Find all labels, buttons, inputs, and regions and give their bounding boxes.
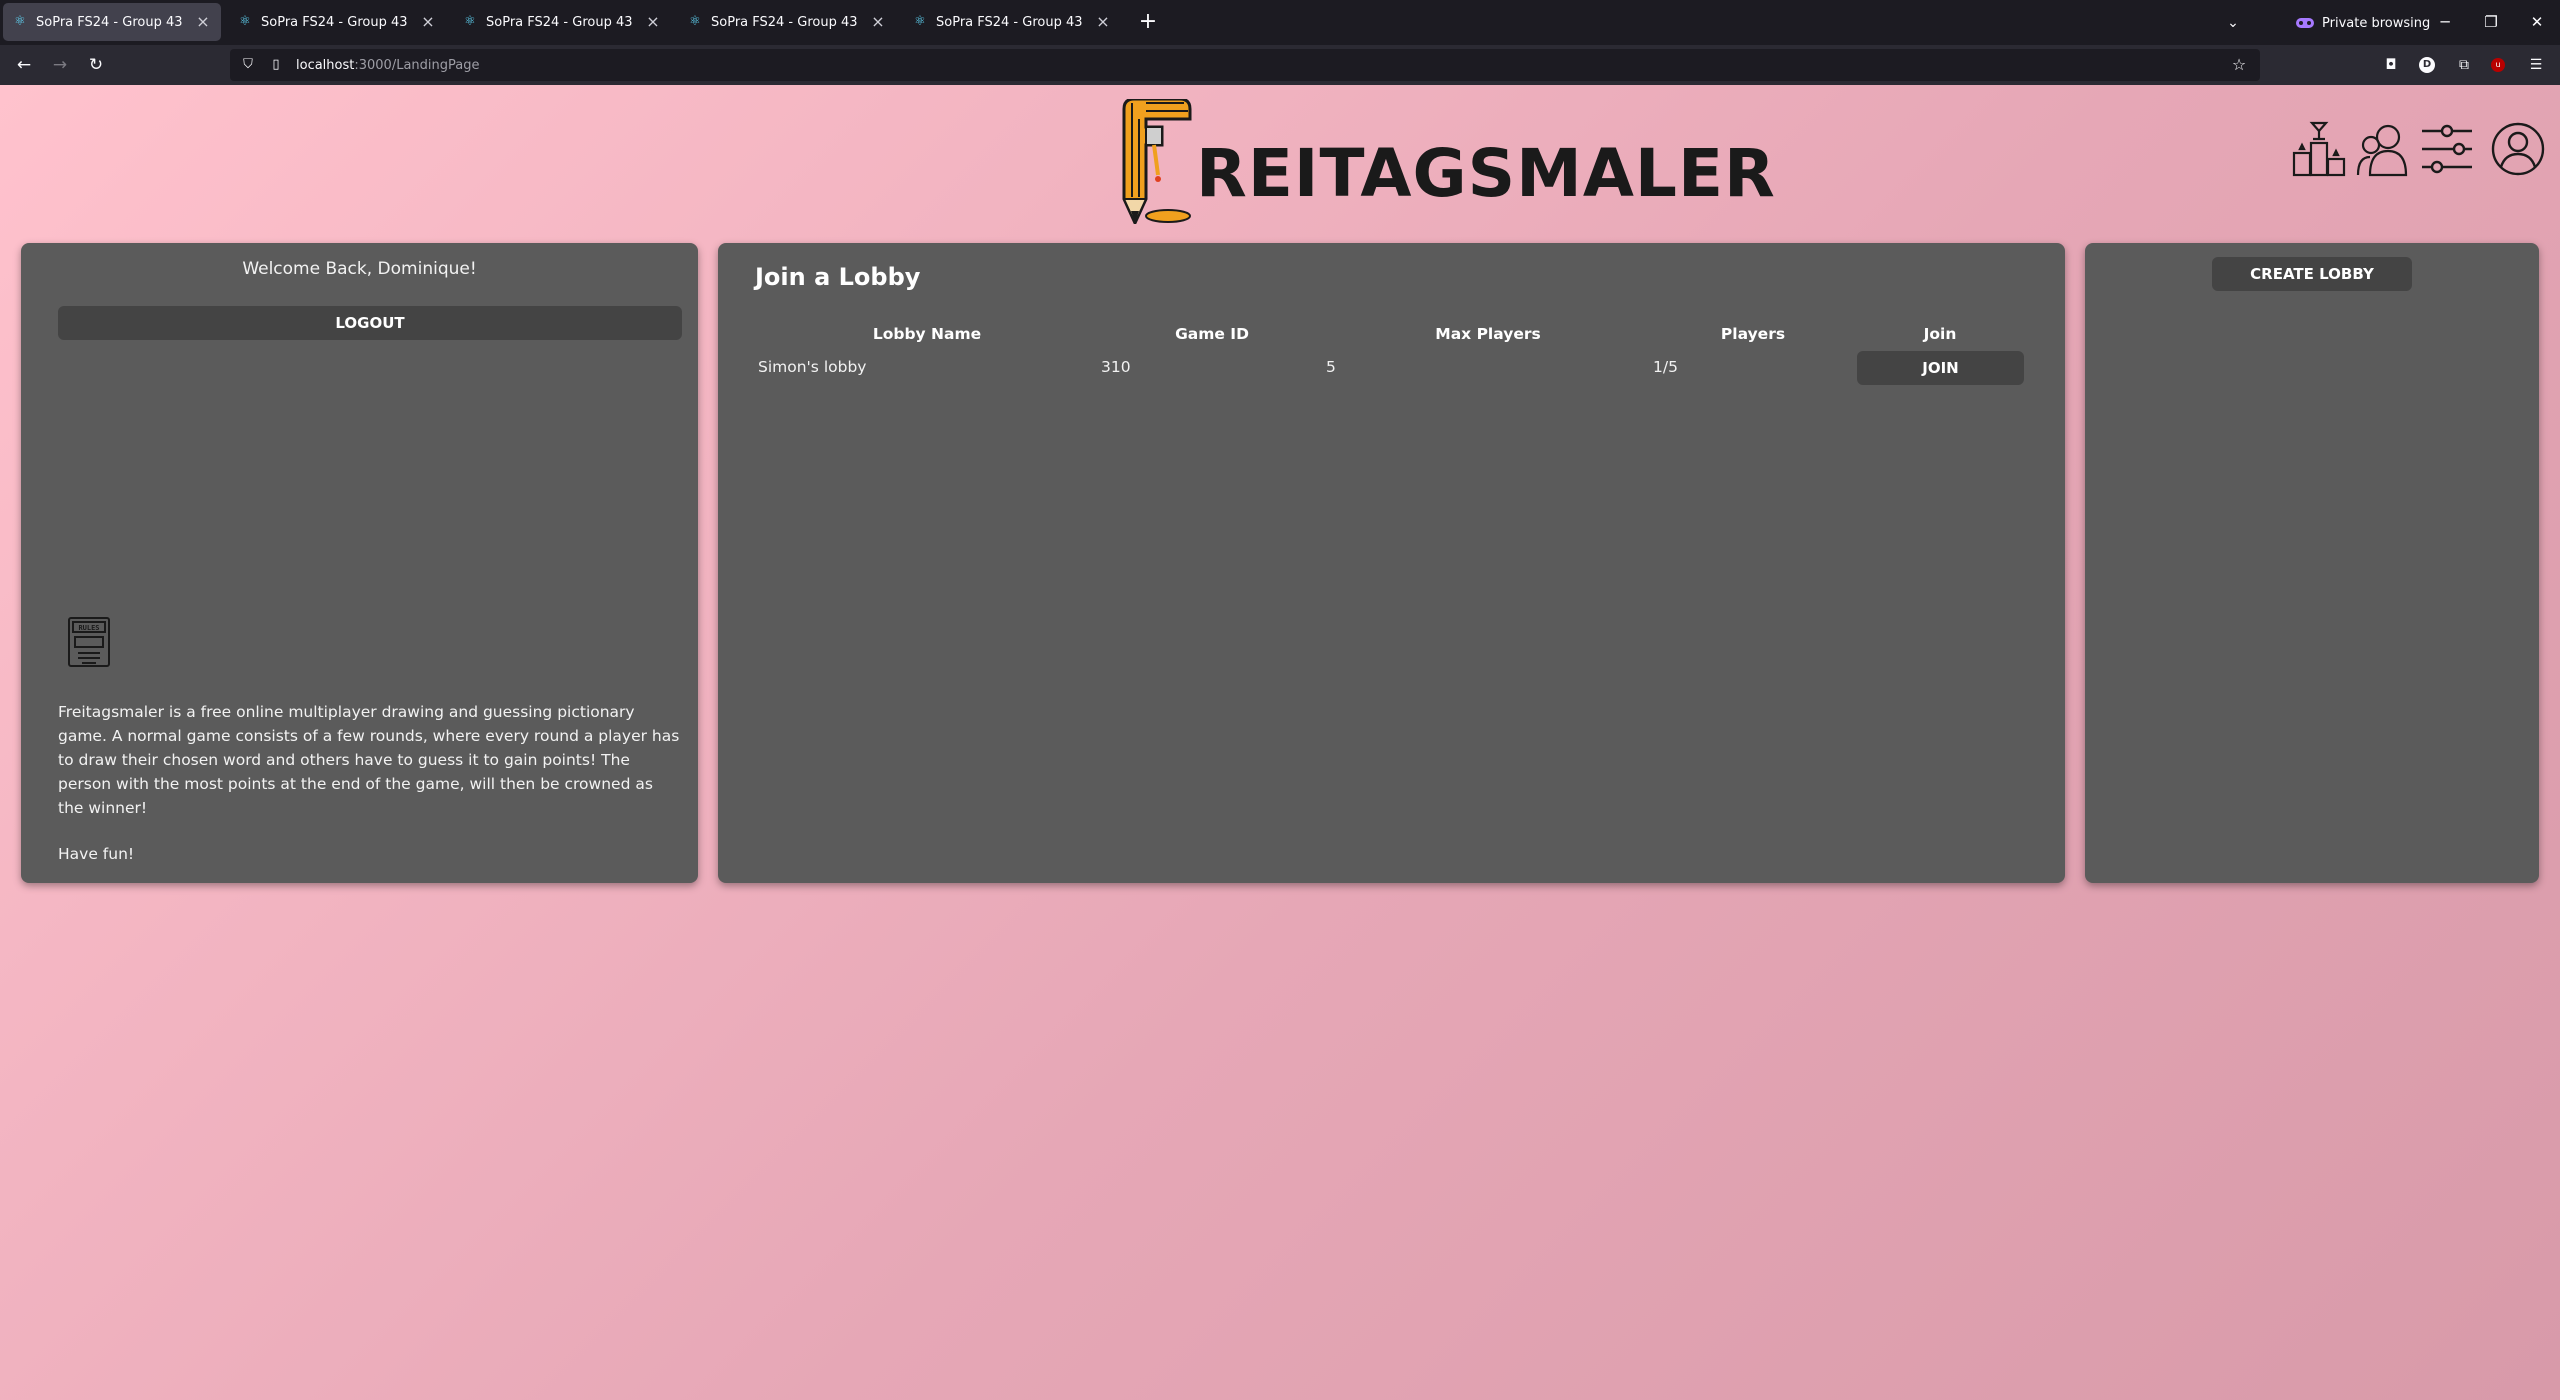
browser-tab[interactable]: ⚛ SoPra FS24 - Group 43 × (453, 3, 671, 41)
leaderboard-icon[interactable] (2292, 121, 2346, 177)
players-cell: 1/5 (1653, 358, 1678, 376)
url-bar[interactable]: ⛉ ▯ localhost :3000/LandingPage ☆ (230, 49, 2260, 81)
url-path: :3000/LandingPage (354, 57, 480, 73)
ublock-icon[interactable]: u (2491, 58, 2505, 72)
close-icon[interactable]: × (195, 14, 211, 30)
welcome-message: Welcome Back, Dominique! (242, 259, 477, 279)
logo-text: REITAGSMALER (1196, 135, 1776, 212)
extensions-puzzle-icon[interactable]: ⧉ (2454, 55, 2474, 75)
pencil-f-logo-icon (1122, 97, 1192, 227)
max-players-cell: 5 (1326, 358, 1336, 376)
react-icon: ⚛ (689, 14, 701, 29)
create-lobby-panel: CREATE LOBBY (2085, 243, 2539, 883)
react-icon: ⚛ (914, 14, 926, 29)
tab-title: SoPra FS24 - Group 43 (936, 14, 1083, 30)
reload-button[interactable]: ↻ (82, 51, 110, 79)
forward-button[interactable]: → (46, 51, 74, 79)
tab-title: SoPra FS24 - Group 43 (711, 14, 858, 30)
svg-text:RULES: RULES (78, 624, 99, 632)
bookmark-star-icon[interactable]: ☆ (2230, 56, 2248, 74)
shield-icon[interactable]: ⛉ (240, 57, 256, 73)
browser-tab[interactable]: ⚛ SoPra FS24 - Group 43 × (3, 3, 221, 41)
back-button[interactable]: ← (10, 51, 38, 79)
landing-page: REITAGSMALER Welcome Back, Dominique! LO… (0, 85, 2560, 1400)
column-header-max-players: Max Players (1435, 325, 1541, 343)
close-icon[interactable]: × (420, 14, 436, 30)
lobby-name-cell: Simon's lobby (758, 358, 867, 376)
rules-book-icon[interactable]: RULES (66, 615, 112, 669)
react-icon: ⚛ (239, 14, 251, 29)
menu-icon[interactable]: ☰ (2526, 55, 2546, 75)
browser-tab[interactable]: ⚛ SoPra FS24 - Group 43 × (903, 3, 1121, 41)
close-icon[interactable]: × (870, 14, 886, 30)
column-header-players: Players (1720, 325, 1786, 343)
create-lobby-button[interactable]: CREATE LOBBY (2212, 257, 2412, 291)
minimize-button[interactable]: ─ (2430, 8, 2460, 36)
pocket-icon[interactable]: ◘ (2381, 55, 2401, 75)
column-header-game-id: Game ID (1175, 325, 1249, 343)
private-browsing-label: Private browsing (2322, 15, 2431, 31)
join-lobby-panel: Join a Lobby Lobby Name Game ID Max Play… (718, 243, 2065, 883)
join-button[interactable]: JOIN (1857, 351, 2024, 385)
browser-tab[interactable]: ⚛ SoPra FS24 - Group 43 × (228, 3, 446, 41)
url-host: localhost (296, 57, 355, 73)
chevron-down-icon[interactable]: ⌄ (2220, 10, 2246, 36)
react-icon: ⚛ (464, 14, 476, 29)
game-description: Freitagsmaler is a free online multiplay… (58, 703, 680, 817)
welcome-panel: Welcome Back, Dominique! LOGOUT RULES Fr… (21, 243, 698, 883)
tab-title: SoPra FS24 - Group 43 (36, 14, 183, 30)
close-window-button[interactable]: ✕ (2522, 8, 2552, 36)
restore-button[interactable]: ❐ (2476, 8, 2506, 36)
close-icon[interactable]: × (645, 14, 661, 30)
column-header-join: Join (1923, 325, 1957, 343)
tab-title: SoPra FS24 - Group 43 (261, 14, 408, 30)
private-mask-icon (2296, 18, 2314, 28)
settings-sliders-icon[interactable] (2420, 121, 2474, 177)
freitagsmaler-logo: REITAGSMALER (1118, 97, 1775, 227)
page-icon[interactable]: ▯ (268, 57, 284, 73)
tab-title: SoPra FS24 - Group 43 (486, 14, 633, 30)
react-icon: ⚛ (14, 14, 26, 29)
join-lobby-title: Join a Lobby (755, 263, 921, 291)
browser-tab[interactable]: ⚛ SoPra FS24 - Group 43 × (678, 3, 896, 41)
extension-d-icon[interactable]: D (2419, 57, 2435, 73)
private-browsing-indicator: Private browsing (2296, 10, 2430, 36)
browser-nav-bar: ← → ↻ ⛉ ▯ localhost :3000/LandingPage ☆ … (0, 45, 2560, 85)
logout-button[interactable]: LOGOUT (58, 306, 682, 340)
browser-tab-bar: ⚛ SoPra FS24 - Group 43 × ⚛ SoPra FS24 -… (0, 0, 2560, 45)
have-fun-text: Have fun! (58, 845, 135, 863)
profile-icon[interactable] (2491, 121, 2545, 177)
column-header-lobby-name: Lobby Name (872, 325, 982, 343)
game-id-cell: 310 (1101, 358, 1131, 376)
new-tab-button[interactable]: + (1135, 9, 1161, 35)
close-icon[interactable]: × (1095, 14, 1111, 30)
friends-icon[interactable] (2356, 121, 2410, 177)
